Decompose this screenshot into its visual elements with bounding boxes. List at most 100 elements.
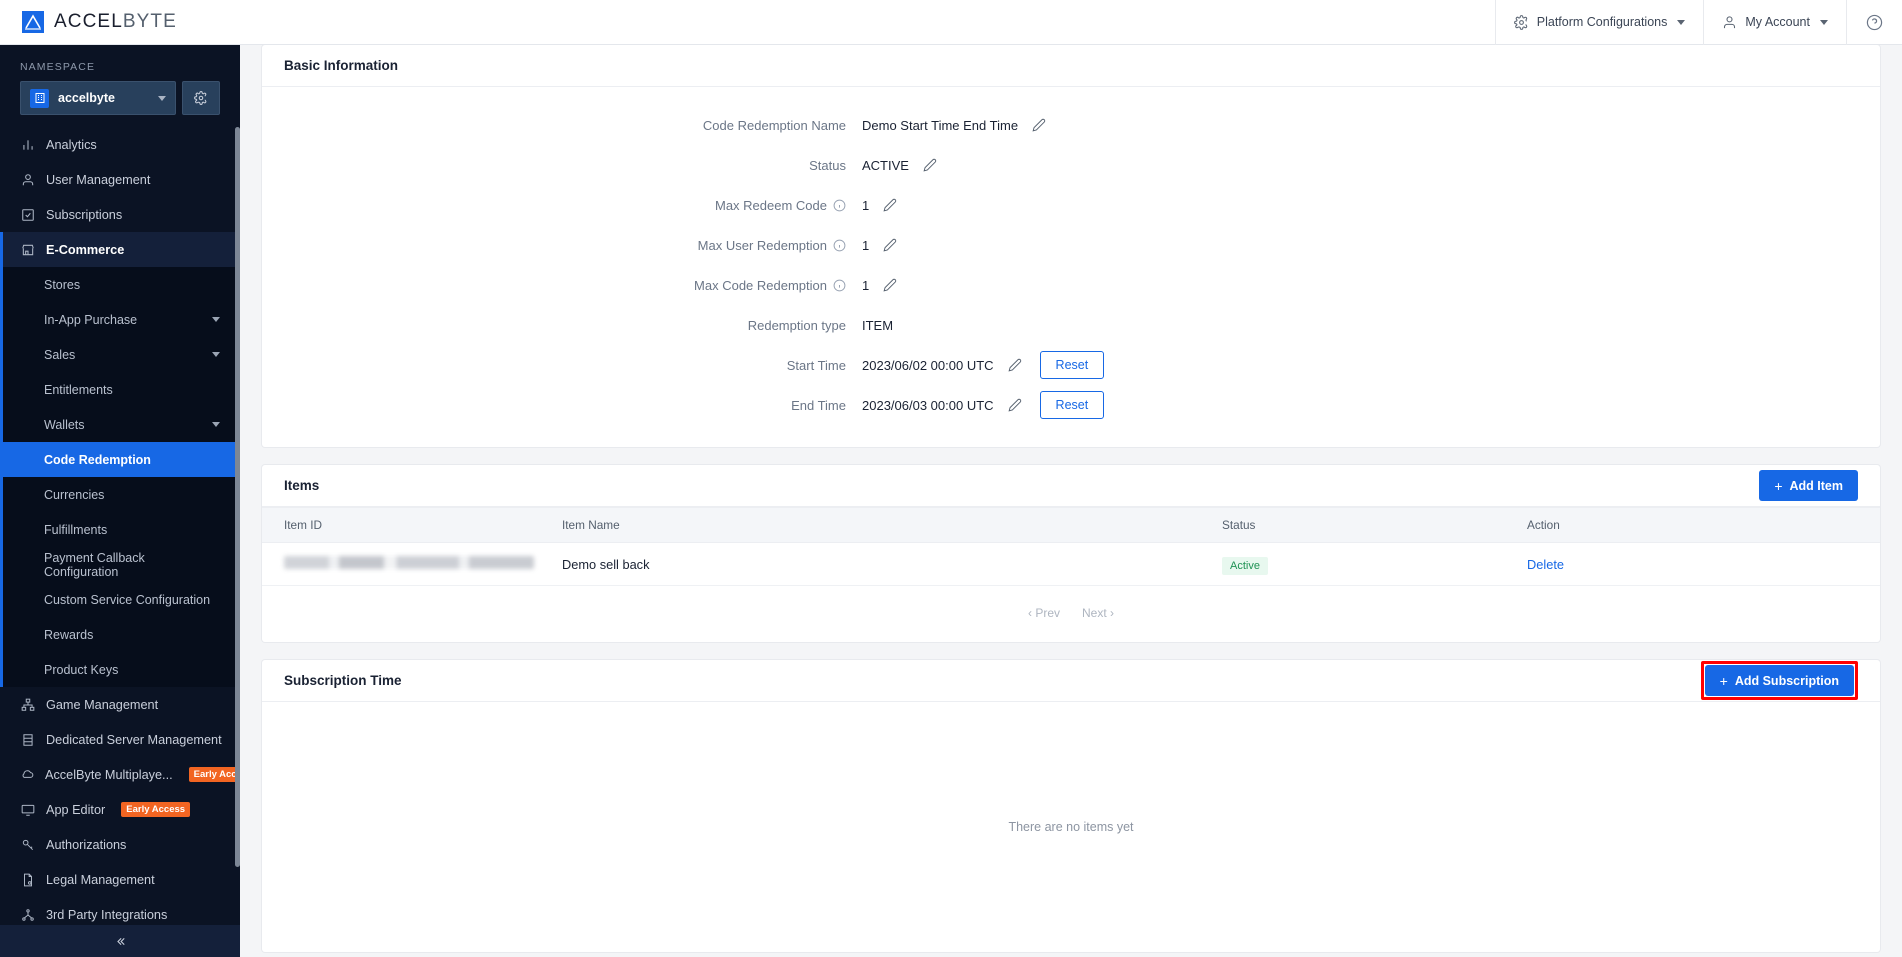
sidebar-subitem-label: Fulfillments [44,522,108,537]
sidebar-item-code-redemption[interactable]: Code Redemption [3,442,240,477]
field-value: Demo Start Time End Time [862,117,1019,133]
prev-page-button[interactable]: ‹ Prev [1028,606,1060,620]
items-header: Items + Add Item [262,465,1880,507]
items-pagination: ‹ Prev Next › [262,586,1880,642]
my-account-menu[interactable]: My Account [1703,0,1846,45]
sidebar-item-user-management[interactable]: User Management [0,162,240,197]
add-item-button[interactable]: + Add Item [1759,470,1858,501]
plus-icon: + [1719,672,1728,689]
sidebar-item-legal-management[interactable]: Legal Management [0,862,240,897]
edit-pencil-icon[interactable] [1008,398,1022,412]
column-header-status: Status [1222,507,1527,543]
add-subscription-highlight: + Add Subscription [1700,661,1858,700]
basic-information-header: Basic Information [262,45,1880,87]
sidebar-item-analytics[interactable]: Analytics [0,127,240,162]
gear-icon [1513,14,1529,30]
chevron-down-icon [158,95,166,101]
sidebar-item-label: 3rd Party Integrations [46,907,168,922]
sidebar-item-sales[interactable]: Sales [0,337,240,372]
share-icon [20,908,35,922]
sidebar-item-label: AccelByte Multiplaye... [45,767,173,782]
field-label: End Time [791,397,846,413]
cell-item-id [262,542,562,586]
next-page-button[interactable]: Next › [1082,606,1114,620]
info-circle-icon[interactable] [833,279,846,292]
sidebar-item-currencies[interactable]: Currencies [0,477,240,512]
sidebar-item-rewards[interactable]: Rewards [0,617,240,652]
check-square-icon [20,208,35,222]
sidebar-item-3rd-party-integrations[interactable]: 3rd Party Integrations [0,897,240,925]
subscription-time-header: Subscription Time + Add Subscription [262,660,1880,702]
field-value-group: Demo Start Time End Time [862,118,1046,133]
chevron-down-icon [1820,19,1828,25]
sidebar-item-e-commerce[interactable]: E-Commerce [0,232,240,267]
add-subscription-button[interactable]: + Add Subscription [1704,665,1854,696]
field-label: Max Redeem Code [262,198,862,213]
namespace-value: accelbyte [58,91,115,105]
chevron-down-icon [212,352,220,357]
namespace-label: NAMESPACE [20,61,96,73]
early-access-badge: Early Access [121,802,191,817]
status-badge: Active [1222,556,1268,575]
field-row-code-redemption-name: Code Redemption Name Demo Start Time End… [262,105,1880,145]
delete-item-link[interactable]: Delete [1527,557,1564,572]
subscription-time-title: Subscription Time [284,673,402,688]
field-value: ITEM [862,317,894,333]
sidebar-item-wallets[interactable]: Wallets [0,407,240,442]
sidebar-collapse-button[interactable] [0,925,240,957]
field-value-group: ACTIVE [862,158,937,173]
chevron-down-icon [212,422,220,427]
namespace-settings-button[interactable] [182,81,220,115]
edit-pencil-icon[interactable] [883,278,897,292]
chevron-down-icon [1677,19,1686,25]
edit-pencil-icon[interactable] [923,158,937,172]
sidebar-item-game-management[interactable]: Game Management [0,687,240,722]
sidebar-item-stores[interactable]: Stores [0,267,240,302]
field-value-group: ITEM [862,318,893,333]
field-row-status: Status ACTIVE [262,145,1880,185]
sidebar-item-app-editor[interactable]: App Editor Early Access [0,792,240,827]
field-row-start-time: Start Time 2023/06/02 00:00 UTC Reset [262,345,1880,385]
edit-pencil-icon[interactable] [883,238,897,252]
namespace-select[interactable]: accelbyte [20,81,176,115]
info-circle-icon[interactable] [833,239,846,252]
sidebar-item-product-keys[interactable]: Product Keys [0,652,240,687]
field-value-group: 2023/06/02 00:00 UTC Reset [862,351,1105,379]
edit-pencil-icon[interactable] [1008,358,1022,372]
brand-logo[interactable]: ACCELBYTE [0,11,240,33]
sidebar-item-entitlements[interactable]: Entitlements [0,372,240,407]
help-circle-icon [1866,14,1883,30]
field-label: Code Redemption Name [702,117,846,133]
info-circle-icon[interactable] [833,199,846,212]
field-label: Max User Redemption [262,238,862,253]
platform-configurations-menu[interactable]: Platform Configurations [1494,0,1704,45]
sidebar-item-subscriptions[interactable]: Subscriptions [0,197,240,232]
reset-end-time-button[interactable]: Reset [1039,391,1105,419]
edit-pencil-icon[interactable] [883,198,897,212]
sidebar-item-dedicated-server-management[interactable]: Dedicated Server Management [0,722,240,757]
help-button[interactable] [1846,0,1902,45]
sidebar-item-custom-service-configuration[interactable]: Custom Service Configuration [0,582,240,617]
field-value: 2023/06/03 00:00 UTC [862,397,994,413]
sidebar-subitem-label: Rewards [44,627,94,642]
gear-icon [194,91,207,105]
sidebar-item-in-app-purchase[interactable]: In-App Purchase [0,302,240,337]
sidebar-item-label: Subscriptions [46,207,123,222]
sidebar-item-accelbyte-multiplayer[interactable]: AccelByte Multiplaye... Early Access [0,757,240,792]
reset-start-time-button[interactable]: Reset [1039,351,1105,379]
sidebar-item-fulfillments[interactable]: Fulfillments [0,512,240,547]
monitor-icon [20,803,35,817]
items-table-body: Demo sell back Active Delete [262,542,1880,586]
column-header-item-name: Item Name [562,507,1222,543]
field-value: 1 [862,277,870,293]
sidebar-item-label: Legal Management [46,872,155,887]
sidebar-item-label: App Editor [46,802,106,817]
sidebar-nav: Analytics User Management Subscriptions … [0,127,240,925]
add-subscription-label: Add Subscription [1734,673,1839,688]
field-label: Max Code Redemption [262,278,862,293]
edit-pencil-icon[interactable] [1032,118,1046,132]
field-row-redemption-type: Redemption type ITEM [262,305,1880,345]
sidebar-item-payment-callback-configuration[interactable]: Payment Callback Configuration [0,547,240,582]
sidebar-item-label: Authorizations [46,837,127,852]
sidebar-item-authorizations[interactable]: Authorizations [0,827,240,862]
